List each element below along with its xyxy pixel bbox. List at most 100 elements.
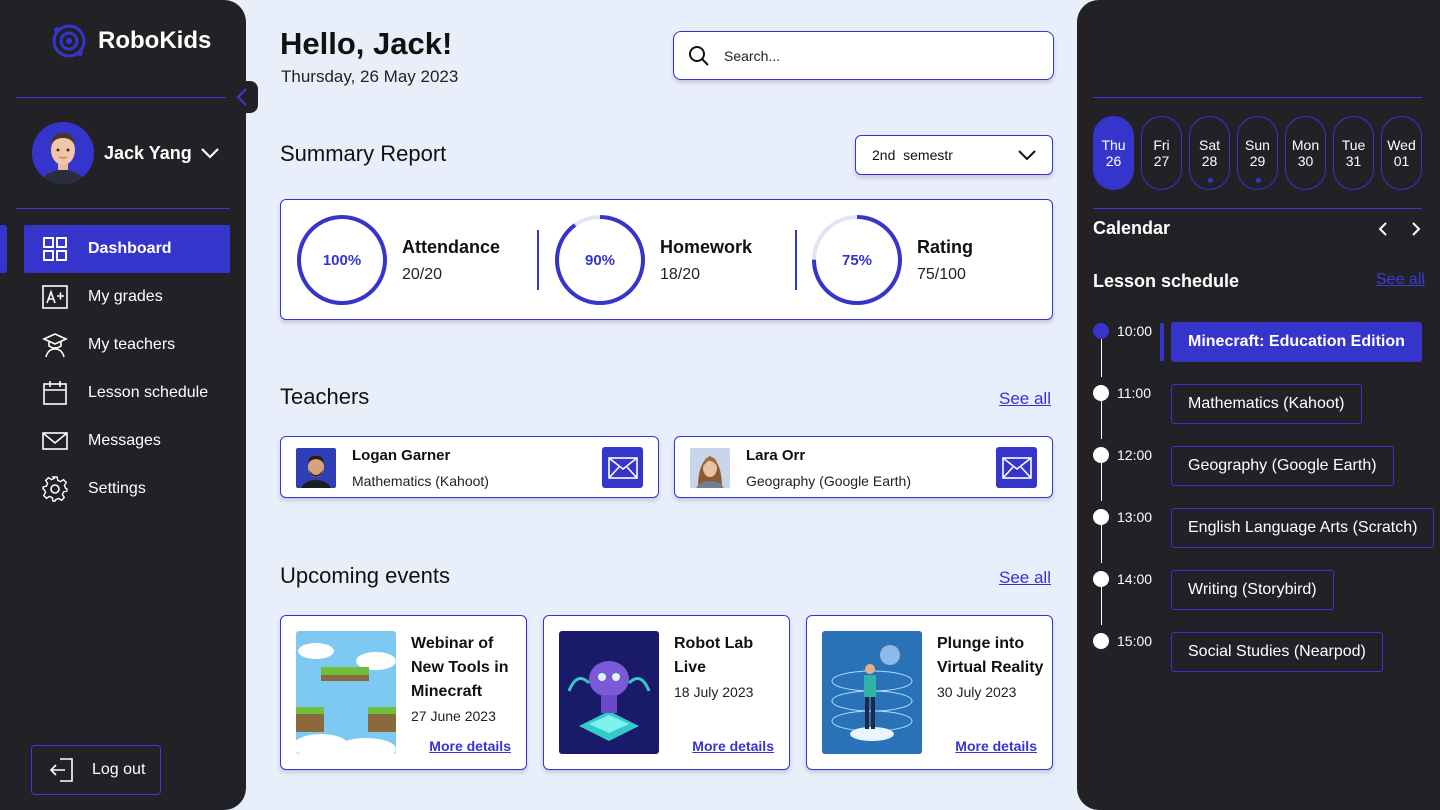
nav-item-my-grades[interactable]: My grades [24, 273, 230, 321]
day-chip[interactable]: Fri 27 [1141, 116, 1182, 190]
event-card[interactable]: Plunge into Virtual Reality 30 July 2023… [806, 615, 1053, 770]
teacher-card[interactable]: Logan Garner Mathematics (Kahoot) [280, 436, 659, 498]
nav-item-settings[interactable]: Settings [24, 465, 230, 513]
teachers-see-all-link[interactable]: See all [999, 389, 1051, 409]
percent-label: 75% [841, 251, 873, 269]
calendar-title: Calendar [1093, 218, 1171, 238]
stat-value: 75/100 [917, 265, 966, 283]
nav-item-my-teachers[interactable]: My teachers [24, 321, 230, 369]
lesson-time: 13:00 [1117, 509, 1153, 525]
event-name: Robot Lab Live [674, 635, 754, 676]
nav-item-dashboard[interactable]: Dashboard [24, 225, 230, 273]
app-name: RoboKids [98, 27, 212, 54]
lesson-item[interactable]: English Language Arts (Scratch) [1171, 508, 1435, 548]
timeline-dot [1093, 447, 1109, 463]
stat-divider [537, 230, 539, 290]
panel-divider [1093, 97, 1422, 98]
teacher-photo [296, 448, 336, 488]
events-title: Upcoming events [280, 563, 450, 588]
nav-item-lesson-schedule[interactable]: Lesson schedule [24, 369, 230, 417]
lesson-time: 15:00 [1117, 633, 1153, 649]
event-title: Webinar of New Tools in Minecraft 27 Jun… [411, 632, 523, 726]
timeline-connector [1101, 401, 1102, 439]
percent-label: 90% [584, 251, 616, 269]
teacher-photo [690, 448, 730, 488]
active-nav-marker [0, 225, 7, 273]
more-details-link[interactable]: More details [429, 738, 511, 754]
day-of-week: Sun [1245, 137, 1270, 153]
day-chip[interactable]: Sun 29 [1237, 116, 1278, 190]
message-teacher-button[interactable] [602, 447, 643, 488]
timeline-connector [1101, 525, 1102, 563]
semester-select[interactable]: 2nd semestr [855, 135, 1053, 175]
lesson-time: 11:00 [1117, 385, 1151, 401]
teacher-name: Logan Garner [352, 447, 451, 464]
day-of-week: Sat [1198, 137, 1220, 153]
virtual-reality-icon [822, 631, 922, 754]
current-date: Thursday, 26 May 2023 [281, 67, 459, 86]
lesson-item[interactable]: Geography (Google Earth) [1171, 446, 1394, 486]
day-of-week: Fri [1153, 137, 1170, 153]
event-dot [1208, 178, 1213, 183]
greeting: Hello, Jack! [280, 26, 453, 61]
message-teacher-button[interactable] [996, 447, 1037, 488]
logout-button[interactable]: Log out [31, 745, 161, 795]
chevron-down-icon[interactable] [200, 147, 220, 159]
day-number: 31 [1345, 153, 1362, 169]
day-chip[interactable]: Sat 28 [1189, 116, 1230, 190]
search-icon [689, 45, 709, 66]
sidebar-divider [16, 208, 230, 209]
nav-item-messages[interactable]: Messages [24, 417, 230, 465]
lesson-item[interactable]: Mathematics (Kahoot) [1171, 384, 1362, 424]
collapse-sidebar-button[interactable] [226, 81, 258, 113]
main-nav: Dashboard My grades My teachers Lesson s… [24, 225, 230, 513]
mail-icon [1001, 456, 1032, 479]
event-image [559, 631, 659, 754]
chevron-right-icon[interactable] [1410, 221, 1422, 237]
stat-value: 20/20 [402, 265, 443, 283]
day-of-week: Mon [1291, 137, 1320, 153]
summary-title: Summary Report [280, 141, 447, 166]
event-date: 30 July 2023 [937, 684, 1017, 700]
progress-ring: 100% [296, 214, 388, 306]
day-of-week: Thu [1101, 137, 1126, 153]
robot-lab-icon [559, 631, 659, 754]
event-card[interactable]: Webinar of New Tools in Minecraft 27 Jun… [280, 615, 527, 770]
lesson-item[interactable]: Social Studies (Nearpod) [1171, 632, 1383, 672]
grade-icon [42, 285, 68, 309]
teacher-card[interactable]: Lara Orr Geography (Google Earth) [674, 436, 1053, 498]
search-input[interactable] [724, 47, 1024, 64]
day-chip[interactable]: Mon 30 [1285, 116, 1326, 190]
timeline-dot [1093, 509, 1109, 525]
day-chip[interactable]: Thu 26 [1093, 116, 1134, 190]
event-image [296, 631, 396, 754]
teacher-subject: Geography (Google Earth) [746, 473, 911, 489]
more-details-link[interactable]: More details [692, 738, 774, 754]
day-chip[interactable]: Tue 31 [1333, 116, 1374, 190]
teacher-name: Lara Orr [746, 447, 806, 464]
more-details-link[interactable]: More details [955, 738, 1037, 754]
logout-icon [49, 758, 73, 782]
day-chip[interactable]: Wed 01 [1381, 116, 1422, 190]
app-logo[interactable]: RoboKids [50, 22, 211, 60]
lesson-item[interactable]: Writing (Storybird) [1171, 570, 1334, 610]
timeline-connector [1101, 463, 1102, 501]
user-name: Jack Yang [104, 142, 192, 163]
event-name: Webinar of New Tools in Minecraft [411, 635, 509, 700]
chevron-left-icon[interactable] [1377, 221, 1389, 237]
semester-value: 2nd semestr [872, 147, 953, 163]
event-card[interactable]: Robot Lab Live 18 July 2023 More details [543, 615, 790, 770]
stat-homework: 90% Homework 18/20 [554, 214, 752, 306]
man-portrait-icon [296, 448, 336, 488]
stat-value: 18/20 [660, 265, 701, 283]
schedule-see-all-link[interactable]: See all [1376, 271, 1425, 289]
lesson-item[interactable]: Minecraft: Education Edition [1171, 322, 1422, 362]
user-profile[interactable]: Jack Yang [32, 122, 220, 184]
teachers-title: Teachers [280, 384, 370, 409]
grid-icon [43, 237, 67, 261]
events-see-all-link[interactable]: See all [999, 568, 1051, 588]
nav-label: My teachers [88, 336, 176, 353]
search-bar[interactable] [673, 31, 1054, 80]
teacher-icon [42, 333, 68, 358]
avatar [32, 122, 94, 184]
